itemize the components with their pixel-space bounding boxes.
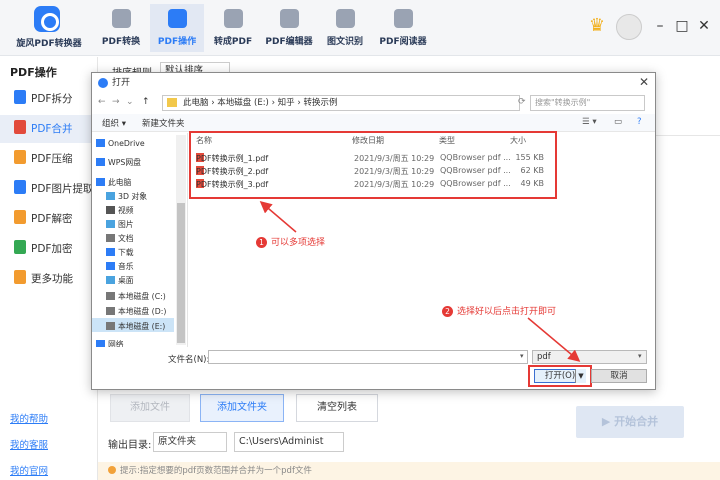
annotation-number: 2 — [442, 306, 453, 317]
annotation-1: 1 可以多项选择 — [256, 235, 325, 248]
arrow-to-open-button — [527, 317, 581, 362]
annotation-arrows — [259, 201, 581, 362]
arrow-to-files — [259, 201, 297, 233]
annotation-text: 可以多项选择 — [271, 238, 326, 248]
annotation-2: 2 选择好以后点击打开即可 — [442, 304, 556, 317]
annotation-number: 1 — [256, 237, 267, 248]
annotation-text: 选择好以后点击打开即可 — [457, 307, 557, 317]
